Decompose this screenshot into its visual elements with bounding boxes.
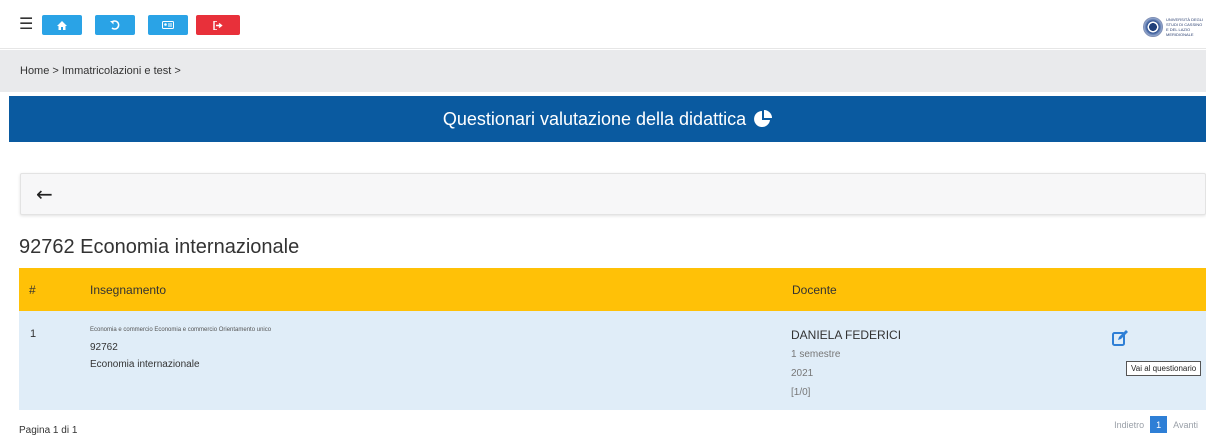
row-course-name: Economia internazionale <box>90 359 200 370</box>
breadcrumb-bar: Home > Immatricolazioni e test > <box>0 50 1206 92</box>
top-toolbar: ☰ UNIVERSITÀ DEGLI STUDI DI CASSINO E DE… <box>0 0 1206 49</box>
back-arrow-icon[interactable]: ← <box>36 183 53 205</box>
column-header-teacher: Docente <box>792 283 837 297</box>
university-logo: UNIVERSITÀ DEGLI STUDI DI CASSINO E DEL … <box>1143 17 1204 37</box>
home-button[interactable] <box>42 15 82 35</box>
university-seal-icon <box>1143 17 1163 37</box>
undo-icon <box>110 20 120 30</box>
breadcrumb[interactable]: Home > Immatricolazioni e test > <box>20 65 181 77</box>
table-row: 1 Economia e commercio Economia e commer… <box>19 311 1206 410</box>
pagination-info: Pagina 1 di 1 <box>19 425 78 436</box>
table-header: # Insegnamento Docente <box>19 268 1206 311</box>
page-title: Questionari valutazione della didattica <box>442 108 747 129</box>
home-icon <box>57 20 67 30</box>
pie-chart-icon <box>754 110 773 127</box>
pagination-page-1[interactable]: 1 <box>1150 416 1168 433</box>
id-card-icon <box>162 21 174 29</box>
column-header-course: Insegnamento <box>90 283 167 297</box>
row-year: 2021 <box>791 368 814 379</box>
row-teacher: DANIELA FEDERICI <box>791 328 902 342</box>
history-button[interactable] <box>95 15 135 35</box>
logo-text: UNIVERSITÀ DEGLI STUDI DI CASSINO E DEL … <box>1166 17 1204 37</box>
back-card: ← <box>20 173 1206 215</box>
questionnaire-tooltip: Vai al questionario <box>1126 361 1202 376</box>
row-progress: [1/0] <box>791 387 811 398</box>
row-code: 92762 <box>90 342 118 353</box>
course-title: 92762 Economia internazionale <box>19 236 300 258</box>
pagination-next[interactable]: Avanti <box>1173 420 1198 430</box>
menu-icon[interactable]: ☰ <box>19 16 33 32</box>
page-banner: Questionari valutazione della didattica <box>9 96 1206 142</box>
column-header-index: # <box>29 283 36 297</box>
logout-button[interactable] <box>196 15 240 35</box>
row-semester: 1 semestre <box>791 349 841 360</box>
edit-icon[interactable] <box>1112 330 1128 346</box>
sign-out-icon <box>213 20 223 30</box>
row-program: Economia e commercio Economia e commerci… <box>90 327 272 333</box>
row-index: 1 <box>30 328 37 340</box>
card-button[interactable] <box>148 15 188 35</box>
pagination: Indietro 1 Avanti <box>1114 416 1198 433</box>
pagination-prev[interactable]: Indietro <box>1114 420 1144 430</box>
